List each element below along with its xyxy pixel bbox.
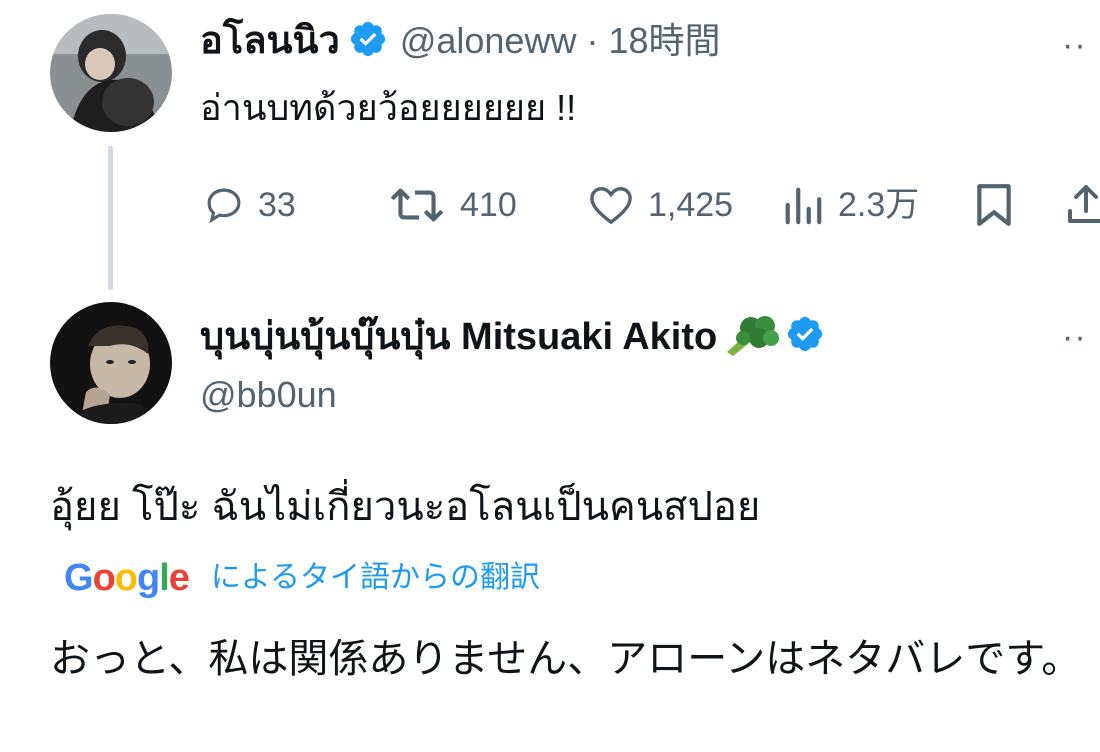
google-letter: e [168, 557, 190, 599]
bookmark-icon [977, 184, 1011, 226]
share-button[interactable] [1066, 182, 1100, 233]
repost-count: 410 [460, 186, 517, 224]
google-logo: Google [64, 556, 190, 600]
thread-connector-line [108, 146, 113, 290]
avatar-photo [50, 302, 172, 424]
display-name[interactable]: อโลนนิว [200, 18, 340, 64]
more-options-icon[interactable]: ·· [1062, 28, 1087, 62]
translation-attribution[interactable]: Google によるタイ語からの翻訳 [64, 556, 540, 600]
verified-badge-icon [785, 314, 825, 359]
user-handle[interactable]: @bb0un [200, 372, 337, 418]
tweet-text: อ่านบทด้วยว้อยยยยยย !! [200, 87, 577, 128]
avatar-bb0un[interactable] [50, 302, 172, 424]
google-letter: o [92, 557, 116, 599]
translated-text: おっと、私は関係ありません、アローンはネタバレです。 [50, 637, 1082, 681]
reply-button[interactable]: 33 [202, 184, 296, 226]
views-chart-icon [785, 187, 822, 225]
translation-label: によるタイ語からの翻訳 [210, 561, 541, 594]
repost-button[interactable]: 410 [386, 184, 517, 226]
like-button[interactable]: 1,425 [586, 184, 733, 226]
google-letter: g [137, 557, 160, 599]
tweet-header: อโลนนิว @aloneww · 18時間 [200, 18, 720, 64]
share-icon [1068, 185, 1100, 223]
timestamp[interactable]: 18時間 [608, 18, 720, 64]
broccoli-emoji-icon [721, 312, 781, 361]
reply-count: 33 [258, 186, 296, 224]
google-letter: l [159, 557, 170, 599]
more-options-icon[interactable]: ·· [1062, 320, 1087, 354]
google-letter: o [114, 557, 138, 599]
views-button[interactable]: 2.3万 [780, 184, 919, 226]
like-count: 1,425 [648, 186, 734, 224]
avatar-photo [50, 14, 172, 132]
separator-dot: · [586, 20, 599, 61]
tweet-header: บุนบุ่นบุ้นบุ๊นบุ๋น Mitsuaki Akito [200, 312, 825, 361]
heart-icon [590, 187, 632, 225]
reply-icon [207, 188, 241, 224]
repost-icon [390, 188, 444, 222]
user-handle[interactable]: @aloneww [400, 18, 577, 64]
verified-badge-icon [348, 19, 388, 64]
bookmark-button[interactable] [972, 182, 1016, 233]
avatar-aloneww[interactable] [50, 14, 172, 132]
display-name[interactable]: บุนบุ่นบุ้นบุ๊นบุ๋น Mitsuaki Akito [200, 314, 717, 360]
views-count: 2.3万 [838, 186, 920, 224]
tweet-text: อุ้ยย โป๊ะ ฉันไม่เกี่ยวนะอโลนเป็นคนสปอย [50, 485, 761, 529]
google-letter: G [64, 557, 94, 599]
